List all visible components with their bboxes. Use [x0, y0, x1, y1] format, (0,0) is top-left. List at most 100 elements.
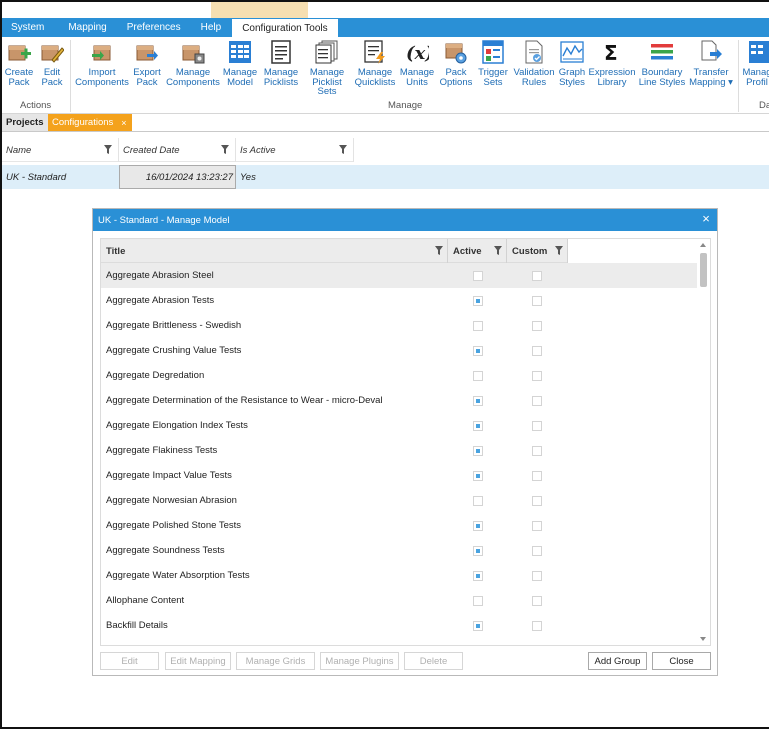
- edit-pack-button[interactable]: Edit Pack: [37, 40, 67, 87]
- active-checkbox[interactable]: [472, 370, 483, 381]
- active-checkbox[interactable]: [472, 420, 483, 431]
- table-row[interactable]: Aggregate Impact Value Tests: [101, 463, 698, 488]
- active-checkbox[interactable]: [472, 320, 483, 331]
- custom-checkbox[interactable]: [531, 570, 542, 581]
- cell-created-date[interactable]: 16/01/2024 13:23:27: [119, 165, 236, 189]
- active-checkbox[interactable]: [472, 495, 483, 506]
- custom-checkbox[interactable]: [531, 295, 542, 306]
- custom-checkbox[interactable]: [531, 320, 542, 331]
- manage-units-button[interactable]: (x) Manage Units: [398, 40, 436, 87]
- svg-text:Σ: Σ: [604, 41, 618, 64]
- filter-icon[interactable]: [494, 246, 502, 255]
- tab-preferences[interactable]: Preferences: [117, 18, 191, 37]
- filter-icon[interactable]: [555, 246, 563, 255]
- active-checkbox[interactable]: [472, 595, 483, 606]
- table-row[interactable]: Aggregate Polished Stone Tests: [101, 513, 698, 538]
- table-row[interactable]: Aggregate Elongation Index Tests: [101, 413, 698, 438]
- active-checkbox[interactable]: [472, 545, 483, 556]
- scroll-down-icon[interactable]: [700, 637, 706, 641]
- active-checkbox[interactable]: [472, 570, 483, 581]
- config-row-uk-standard[interactable]: UK - Standard 16/01/2024 13:23:27 Yes: [2, 165, 769, 189]
- table-row[interactable]: Aggregate Abrasion Steel: [101, 263, 698, 288]
- manage-components-button[interactable]: Manage Components: [165, 40, 221, 87]
- custom-checkbox[interactable]: [531, 445, 542, 456]
- custom-checkbox[interactable]: [531, 345, 542, 356]
- custom-checkbox[interactable]: [531, 270, 542, 281]
- manage-model-button[interactable]: Manage Model: [222, 40, 258, 87]
- manage-picklist-sets-button[interactable]: Manage Picklist Sets: [302, 40, 352, 97]
- active-cell: [448, 445, 507, 456]
- custom-checkbox[interactable]: [531, 370, 542, 381]
- graph-styles-button[interactable]: Graph Styles: [557, 40, 587, 87]
- tab-configurations[interactable]: Configurations ×: [48, 114, 132, 131]
- table-row[interactable]: Aggregate Determination of the Resistanc…: [101, 388, 698, 413]
- validation-rules-button[interactable]: Validation Rules: [511, 40, 557, 87]
- boundary-line-styles-button[interactable]: Boundary Line Styles: [638, 40, 686, 87]
- custom-checkbox[interactable]: [531, 520, 542, 531]
- tab-projects[interactable]: Projects: [2, 114, 48, 131]
- pack-options-button[interactable]: Pack Options: [438, 40, 474, 87]
- create-pack-button[interactable]: Create Pack: [4, 40, 34, 87]
- close-icon[interactable]: ×: [700, 212, 712, 225]
- custom-checkbox[interactable]: [531, 420, 542, 431]
- expression-library-button[interactable]: Σ Expression Library: [589, 40, 636, 87]
- active-checkbox[interactable]: [472, 345, 483, 356]
- edit-mapping-button[interactable]: Edit Mapping: [165, 652, 231, 670]
- column-header-created-date[interactable]: Created Date: [119, 138, 236, 162]
- export-pack-button[interactable]: Export Pack: [130, 40, 164, 87]
- scroll-up-icon[interactable]: [700, 243, 706, 247]
- custom-checkbox[interactable]: [531, 595, 542, 606]
- active-checkbox[interactable]: [472, 295, 483, 306]
- table-row[interactable]: Aggregate Soundness Tests: [101, 538, 698, 563]
- custom-checkbox[interactable]: [531, 545, 542, 556]
- tab-configuration-tools[interactable]: Configuration Tools: [231, 18, 339, 37]
- custom-checkbox[interactable]: [531, 495, 542, 506]
- column-header-custom[interactable]: Custom: [507, 239, 568, 263]
- close-button[interactable]: Close: [652, 652, 711, 670]
- active-checkbox[interactable]: [472, 620, 483, 631]
- table-row[interactable]: Aggregate Crushing Value Tests: [101, 338, 698, 363]
- table-row[interactable]: Aggregate Water Absorption Tests: [101, 563, 698, 588]
- manage-profiles-button[interactable]: Manag Profil: [742, 40, 769, 87]
- manage-grids-button[interactable]: Manage Grids: [236, 652, 315, 670]
- active-checkbox[interactable]: [472, 445, 483, 456]
- column-header-active[interactable]: Active: [448, 239, 507, 263]
- tab-mapping[interactable]: Mapping: [54, 18, 116, 37]
- add-group-button[interactable]: Add Group: [588, 652, 647, 670]
- table-row[interactable]: Aggregate Flakiness Tests: [101, 438, 698, 463]
- vertical-scrollbar[interactable]: [697, 239, 710, 645]
- table-row[interactable]: Allophane Content: [101, 588, 698, 613]
- custom-checkbox[interactable]: [531, 620, 542, 631]
- scrollbar-thumb[interactable]: [700, 253, 707, 287]
- table-row[interactable]: Aggregate Norwesian Abrasion: [101, 488, 698, 513]
- import-components-button[interactable]: Import Components: [74, 40, 130, 87]
- filter-icon[interactable]: [339, 145, 347, 154]
- custom-checkbox[interactable]: [531, 395, 542, 406]
- filter-icon[interactable]: [221, 145, 229, 154]
- filter-icon[interactable]: [104, 145, 112, 154]
- column-header-title[interactable]: Title: [101, 239, 448, 263]
- tab-help[interactable]: Help: [191, 18, 232, 37]
- active-checkbox[interactable]: [472, 270, 483, 281]
- table-row[interactable]: Aggregate Abrasion Tests: [101, 288, 698, 313]
- active-checkbox[interactable]: [472, 470, 483, 481]
- close-tab-icon[interactable]: ×: [121, 118, 126, 128]
- active-checkbox[interactable]: [472, 395, 483, 406]
- table-row[interactable]: Aggregate Brittleness - Swedish: [101, 313, 698, 338]
- tab-system[interactable]: System: [2, 18, 54, 37]
- column-header-is-active[interactable]: Is Active: [236, 138, 354, 162]
- edit-button[interactable]: Edit: [100, 652, 159, 670]
- manage-quicklists-button[interactable]: Manage Quicklists: [354, 40, 396, 87]
- table-row[interactable]: Aggregate Degredation: [101, 363, 698, 388]
- active-checkbox[interactable]: [472, 520, 483, 531]
- manage-picklists-button[interactable]: Manage Picklists: [261, 40, 301, 87]
- custom-checkbox[interactable]: [531, 470, 542, 481]
- table-row[interactable]: Backfill Details: [101, 613, 698, 638]
- delete-button[interactable]: Delete: [404, 652, 463, 670]
- dialog-title-bar: UK - Standard - Manage Model ×: [93, 209, 717, 231]
- transfer-mapping-button[interactable]: Transfer Mapping ▾: [688, 40, 734, 87]
- manage-plugins-button[interactable]: Manage Plugins: [320, 652, 399, 670]
- filter-icon[interactable]: [435, 246, 443, 255]
- trigger-sets-button[interactable]: Trigger Sets: [475, 40, 511, 87]
- column-header-name[interactable]: Name: [2, 138, 119, 162]
